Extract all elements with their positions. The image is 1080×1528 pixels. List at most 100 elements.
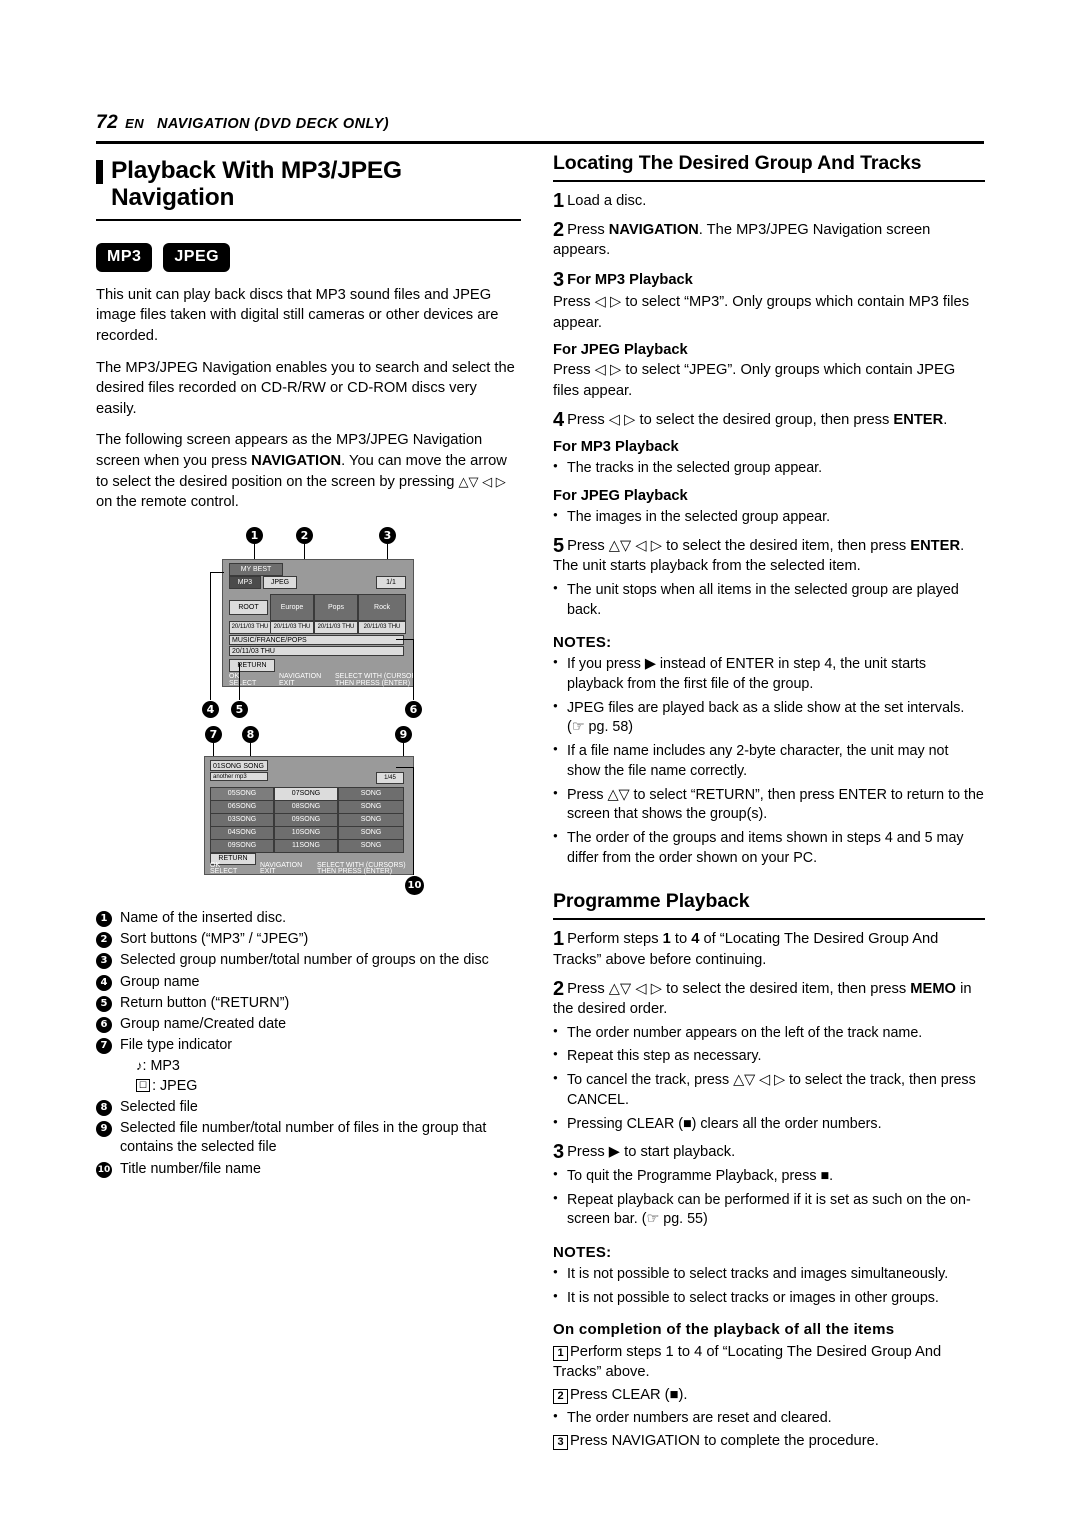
- locating-step-3: 3 For MP3 Playback: [553, 270, 985, 291]
- right-column: Locating The Desired Group And Tracks 1L…: [553, 152, 985, 1452]
- group-root-button[interactable]: ROOT: [229, 599, 268, 615]
- programme-step-3: 3 Press ▶ to start playback.: [553, 1142, 985, 1163]
- programme-bullet-6: Repeat playback can be performed if it i…: [553, 1191, 985, 1230]
- legend-text-7-mp3: : MP3: [142, 1057, 180, 1074]
- completion-bullet: The order numbers are reset and cleared.: [553, 1409, 985, 1429]
- intro-paragraph-3: The following screen appears as the MP3/…: [96, 430, 521, 512]
- cursor-arrows-icon: △▽ ◁ ▷: [458, 473, 506, 489]
- file-row-0-col-0[interactable]: 05SONG: [210, 786, 274, 801]
- group-date-2: 20/11/03 THU: [314, 620, 358, 634]
- programme-step-1: 1 Perform steps 1 to 4 of “Locating The D…: [553, 929, 985, 970]
- completion-step-3: 3 Press NAVIGATION to complete the proced…: [553, 1431, 985, 1452]
- file-row-1-col-2[interactable]: SONG: [338, 799, 404, 814]
- locating-step-5-a: Press △▽ ◁ ▷ to select the desired item,…: [567, 537, 911, 554]
- group-created-date-field: 20/11/03 THU: [229, 645, 404, 656]
- file-row-2-col-0[interactable]: 03SONG: [210, 812, 274, 827]
- programme-step-2-b: MEMO: [910, 980, 956, 997]
- file-row-2-col-1[interactable]: 09SONG: [274, 812, 338, 827]
- locating-step-3-text: Press ◁ ▷ to select “MP3”. Only groups w…: [553, 294, 970, 331]
- callout-5: 5: [231, 700, 248, 718]
- completion-step-2-number: 2: [553, 1388, 568, 1404]
- file-row-1-col-0[interactable]: 06SONG: [210, 799, 274, 814]
- callout-4-leader-h: [210, 571, 224, 573]
- legend-text-7-jpeg: : JPEG: [152, 1077, 198, 1094]
- programme-bullet-1: The order number appears on the left of …: [553, 1024, 985, 1044]
- file-row-3-col-2[interactable]: SONG: [338, 825, 404, 840]
- callout-10-leader-h: [396, 766, 414, 768]
- hint-select-groups: SELECT: [229, 679, 257, 687]
- legend-number-3: 3: [96, 953, 112, 970]
- locating-sub-mp3: For MP3 Playback: [553, 439, 679, 456]
- intro-p3-navigation: NAVIGATION: [251, 452, 342, 469]
- legend-item-4: 4 Group name: [96, 973, 521, 992]
- legend-text-2: Sort buttons (“MP3” / “JPEG”): [120, 930, 309, 947]
- programme-step-1-c: to: [670, 931, 692, 948]
- sort-button-jpeg[interactable]: JPEG: [263, 575, 297, 589]
- legend-number-2: 2: [96, 931, 112, 948]
- file-row-4-col-0[interactable]: 09SONG: [210, 838, 274, 853]
- figure-legend-list: 1 Name of the inserted disc. 2 Sort button…: [96, 909, 521, 1179]
- legend-item-10: 10 Title number/file name: [96, 1160, 521, 1179]
- legend-text-10: Title number/file name: [120, 1160, 261, 1177]
- file-row-3-col-0[interactable]: 04SONG: [210, 825, 274, 840]
- legend-text-4: Group name: [120, 973, 200, 990]
- programme-step-2: 2 Press △▽ ◁ ▷ to select the desired item…: [553, 979, 985, 1020]
- callout-8: 8: [242, 725, 259, 743]
- file-row-4-col-1[interactable]: 11SONG: [274, 838, 338, 853]
- intro-paragraph-1: This unit can play back discs that MP3 s…: [96, 286, 499, 345]
- file-row-0-col-1[interactable]: 07SONG: [274, 786, 338, 801]
- group-date-0: 20/11/03 THU: [229, 620, 271, 634]
- programme-step-3-text: Press ▶ to start playback.: [567, 1144, 736, 1161]
- group-item-rock[interactable]: Rock: [358, 593, 406, 621]
- programme-note-1: It is not possible to select tracks and …: [553, 1265, 985, 1285]
- hint-exit-files: EXIT: [260, 867, 276, 875]
- group-date-1: 20/11/03 THU: [270, 620, 314, 634]
- file-row-3-col-1[interactable]: 10SONG: [274, 825, 338, 840]
- callout-9-leader: [403, 742, 404, 757]
- hint-select-files: SELECT: [210, 867, 238, 875]
- locating-step-2: 2 Press NAVIGATION. The MP3/JPEG Navigati…: [553, 220, 985, 261]
- selected-file-subtitle: another mp3: [210, 771, 268, 781]
- left-column: Playback With MP3/JPEG Navigation MP3 JP…: [96, 157, 521, 1179]
- navigation-screens-figure: 1 2 3 MY BEST MP3 JPEG 1/1 ROOT Europe P…: [96, 526, 521, 899]
- legend-number-5: 5: [96, 995, 112, 1012]
- locating-step-5-number: 5: [553, 534, 565, 557]
- section-title-programme: Programme Playback: [553, 890, 750, 913]
- callout-5-leader: [239, 662, 240, 700]
- group-date-3: 20/11/03 THU: [358, 620, 406, 634]
- legend-number-7: 7: [96, 1038, 112, 1055]
- format-badges: MP3 JPEG: [96, 242, 521, 272]
- file-row-4-col-2[interactable]: SONG: [338, 838, 404, 853]
- legend-item-2: 2 Sort buttons (“MP3” / “JPEG”): [96, 930, 521, 949]
- group-item-europe[interactable]: Europe: [270, 593, 314, 621]
- hint-press-enter-groups: THEN PRESS (ENTER): [335, 679, 411, 687]
- locating-step-1-number: 1: [553, 190, 565, 212]
- file-row-1-col-1[interactable]: 08SONG: [274, 799, 338, 814]
- legend-number-9: 9: [96, 1121, 112, 1138]
- locating-step-1: 1 Load a disc.: [553, 191, 985, 212]
- locating-note-3: If a file name includes any 2-byte chara…: [553, 742, 985, 781]
- locating-step-3-head: For MP3 Playback: [567, 271, 693, 288]
- legend-item-8: 8 Selected file: [96, 1098, 521, 1117]
- page-number: 72: [96, 112, 119, 133]
- legend-text-3: Selected group number/total number of gr…: [120, 952, 489, 969]
- manual-page: 72 EN NAVIGATION (DVD DECK ONLY) Playbac…: [0, 0, 1080, 1528]
- file-row-2-col-2[interactable]: SONG: [338, 812, 404, 827]
- legend-number-6: 6: [96, 1017, 112, 1034]
- locating-step-4-bold: ENTER: [893, 411, 944, 428]
- group-item-pops[interactable]: Pops: [314, 593, 358, 621]
- file-row-0-col-2[interactable]: SONG: [338, 786, 404, 801]
- sort-button-mp3[interactable]: MP3: [229, 575, 261, 589]
- chapter-title: NAVIGATION (DVD DECK ONLY): [157, 116, 389, 132]
- locating-note-1: If you press ▶ instead of ENTER in step …: [553, 655, 985, 694]
- legend-number-10: 10: [96, 1161, 112, 1178]
- callout-9: 9: [395, 725, 412, 743]
- locating-step-2-a: Press: [567, 221, 609, 238]
- return-button-groups[interactable]: RETURN: [229, 658, 275, 672]
- badge-mp3: MP3: [96, 242, 153, 272]
- callout-6: 6: [405, 700, 422, 718]
- programme-step-2-a: Press △▽ ◁ ▷ to select the desired item,…: [567, 980, 911, 997]
- hint-press-enter-files: THEN PRESS (ENTER): [317, 867, 393, 875]
- programme-step-2-number: 2: [553, 977, 565, 1000]
- page-language-code: EN: [125, 116, 144, 131]
